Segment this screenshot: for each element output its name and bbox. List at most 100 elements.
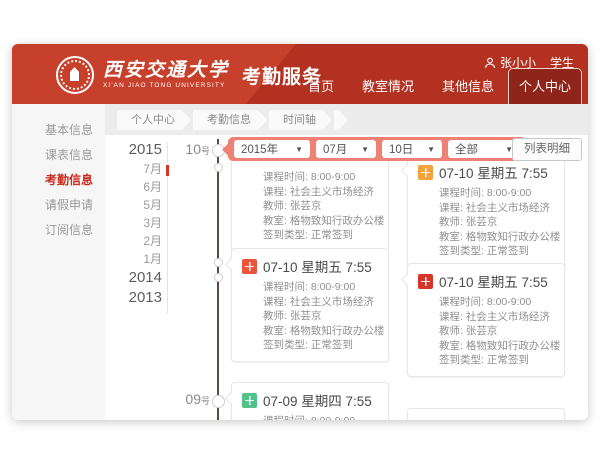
timeline-month-6月[interactable]: 6月 [110,178,162,196]
main-nav: 首页教室情况其他信息个人中心 [294,68,582,104]
status-stamp-icon-green [242,393,257,408]
dropdown-value: 全部 [455,141,478,157]
app-window: 西安交通大学 XI'AN JIAO TONG UNIVERSITY 考勤服务 张… [12,44,588,420]
filter-dropdown-2[interactable]: 07月 ▼ [316,140,376,158]
attendance-card-3: 07-10 星期五 7:55 课程时间: 8:00-9:00课程: 社会主义市场经… [231,248,389,362]
attendance-card-2: 07-10 星期五 7:55 课程时间: 8:00-9:00课程: 社会主义市场经… [407,154,565,268]
card-field-课程时间: 课程时间: 8:00-9:00 [263,280,380,295]
card-field-签到类型: 签到类型: 正常签到 [263,338,380,353]
day-number: 10 [185,141,201,157]
timeline-month-7月-active[interactable]: 7月 [110,160,162,178]
card-field-课程时间: 课程时间: 8:00-9:00 [439,186,556,201]
timeline-year-2013[interactable]: 2013 [110,288,162,308]
attendance-card-6 [407,408,565,420]
sidebar-item-3-active[interactable]: 考勤信息 [12,168,105,193]
attendance-card-5: 07-09 星期四 7:55 课程时间: 8:00-9:00课程: 社会主义市场经… [231,382,389,420]
status-stamp-icon-amber [418,165,433,180]
header: 西安交通大学 XI'AN JIAO TONG UNIVERSITY 考勤服务 张… [12,44,588,104]
card-field-教室: 教室: 格物致知行政办公楼 [263,324,380,339]
card-fields: 课程时间: 8:00-9:00课程: 社会主义市场经济教师: 张芸京教室: 格物… [439,186,556,259]
filter-dropdown-3[interactable]: 10日 ▼ [382,140,442,158]
dropdown-value: 07月 [323,141,347,157]
nav-item-3[interactable]: 其他信息 [428,69,508,104]
timeline-dot-5 [212,395,225,408]
card-field-课程: 课程: 社会主义市场经济 [263,295,380,310]
year-month-nav: 20157月6月5月3月2月1月20142013 [110,140,162,308]
card-fields: 课程时间: 8:00-9:00课程: 社会主义市场经济教师: 张芸京教室: 格物… [439,295,556,368]
card-field-课程: 课程: 社会主义市场经济 [439,310,556,325]
day-suffix: 号 [201,146,210,156]
filter-bubble: 2015年 ▼ 07月 ▼ 10日 ▼ 全部▼ [228,137,526,161]
card-field-教师: 教师: 张芸京 [263,309,380,324]
breadcrumb-item-2[interactable]: 考勤信息 [193,110,267,130]
card-header: 07-09 星期四 7:55 [242,390,380,410]
sidebar-item-2[interactable]: 课表信息 [12,143,105,168]
card-fields: 课程时间: 8:00-9:00课程: 社会主义市场经济教师: 张芸京教室: 格物… [263,414,380,420]
filter-dropdown-1[interactable]: 2015年 ▼ [234,140,310,158]
user-icon [484,57,496,69]
card-field-课程时间: 课程时间: 8:00-9:00 [263,414,380,420]
card-field-教室: 教室: 格物致知行政办公楼 [263,214,380,229]
timeline-year-2015-active[interactable]: 2015 [110,140,162,160]
day-number: 09 [185,391,201,407]
breadcrumb-item-1[interactable]: 个人中心 [117,110,191,130]
dropdown-value: 2015年 [241,141,278,157]
chevron-down-icon: ▼ [427,145,435,154]
card-header: 07-10 星期五 7:55 [242,256,380,276]
nav-item-1[interactable]: 首页 [294,69,348,104]
filter-dropdown-4[interactable]: 全部▼ [448,140,520,158]
breadcrumb-tail-decoration [334,110,348,130]
card-field-签到类型: 签到类型: 正常签到 [439,353,556,368]
card-fields: 课程时间: 8:00-9:00课程: 社会主义市场经济教师: 张芸京教室: 格物… [263,170,380,243]
timeline-month-1月[interactable]: 1月 [110,250,162,268]
timeline-day-10: 10号 [166,141,210,157]
card-header: 07-10 星期五 7:55 [418,271,556,291]
university-emblem-icon [56,56,94,94]
day-suffix: 号 [201,396,210,406]
breadcrumb-bar: 个人中心考勤信息时间轴 [105,104,588,135]
card-fields: 课程时间: 8:00-9:00课程: 社会主义市场经济教师: 张芸京教室: 格物… [263,280,380,353]
screen: 西安交通大学 XI'AN JIAO TONG UNIVERSITY 考勤服务 张… [0,0,600,450]
chevron-down-icon: ▼ [295,145,303,154]
card-field-教师: 教师: 张芸京 [263,199,380,214]
card-date: 07-10 星期五 7:55 [439,162,548,182]
status-stamp-icon-orange [242,259,257,274]
timeline-dot-3 [214,258,223,267]
sidebar-item-4[interactable]: 请假申请 [12,193,105,218]
logo: 西安交通大学 XI'AN JIAO TONG UNIVERSITY 考勤服务 [56,56,322,94]
nav-item-2[interactable]: 教室情况 [348,69,428,104]
card-field-课程时间: 课程时间: 8:00-9:00 [439,295,556,310]
timeline-dot-2 [214,163,223,172]
timeline-month-2月[interactable]: 2月 [110,232,162,250]
timeline-year-2014[interactable]: 2014 [110,268,162,288]
timeline-day-09: 09号 [166,391,210,407]
university-name-en: XI'AN JIAO TONG UNIVERSITY [103,83,229,90]
timeline-month-3月[interactable]: 3月 [110,214,162,232]
card-field-教室: 教室: 格物致知行政办公楼 [439,230,556,245]
sidebar-item-5[interactable]: 订阅信息 [12,218,105,243]
card-field-教室: 教室: 格物致知行政办公楼 [439,339,556,354]
breadcrumb-item-3[interactable]: 时间轴 [269,110,332,130]
card-field-教师: 教师: 张芸京 [439,324,556,339]
card-date: 07-10 星期五 7:55 [439,271,548,291]
status-stamp-icon-red [418,274,433,289]
card-header: 07-10 星期五 7:55 [418,162,556,182]
timeline-month-5月[interactable]: 5月 [110,196,162,214]
current-month-tick [166,165,169,176]
attendance-card-4: 07-10 星期五 7:55 课程时间: 8:00-9:00课程: 社会主义市场经… [407,263,565,377]
card-date: 07-10 星期五 7:55 [263,256,372,276]
university-name-cn: 西安交通大学 [103,61,229,80]
breadcrumb: 个人中心考勤信息时间轴 [117,110,350,130]
nav-item-4-active[interactable]: 个人中心 [508,68,582,104]
card-field-签到类型: 签到类型: 正常签到 [439,244,556,259]
chevron-down-icon: ▼ [361,145,369,154]
sidebar: 基本信息课表信息考勤信息请假申请订阅信息 [12,104,105,420]
dropdown-value: 10日 [389,141,413,157]
timeline-dot-4 [214,273,223,282]
card-field-课程时间: 课程时间: 8:00-9:00 [263,170,380,185]
card-field-课程: 课程: 社会主义市场经济 [263,185,380,200]
card-field-教师: 教师: 张芸京 [439,215,556,230]
list-detail-button[interactable]: 列表明细 [512,138,582,161]
sidebar-item-1[interactable]: 基本信息 [12,118,105,143]
university-name-block: 西安交通大学 XI'AN JIAO TONG UNIVERSITY [103,61,229,90]
